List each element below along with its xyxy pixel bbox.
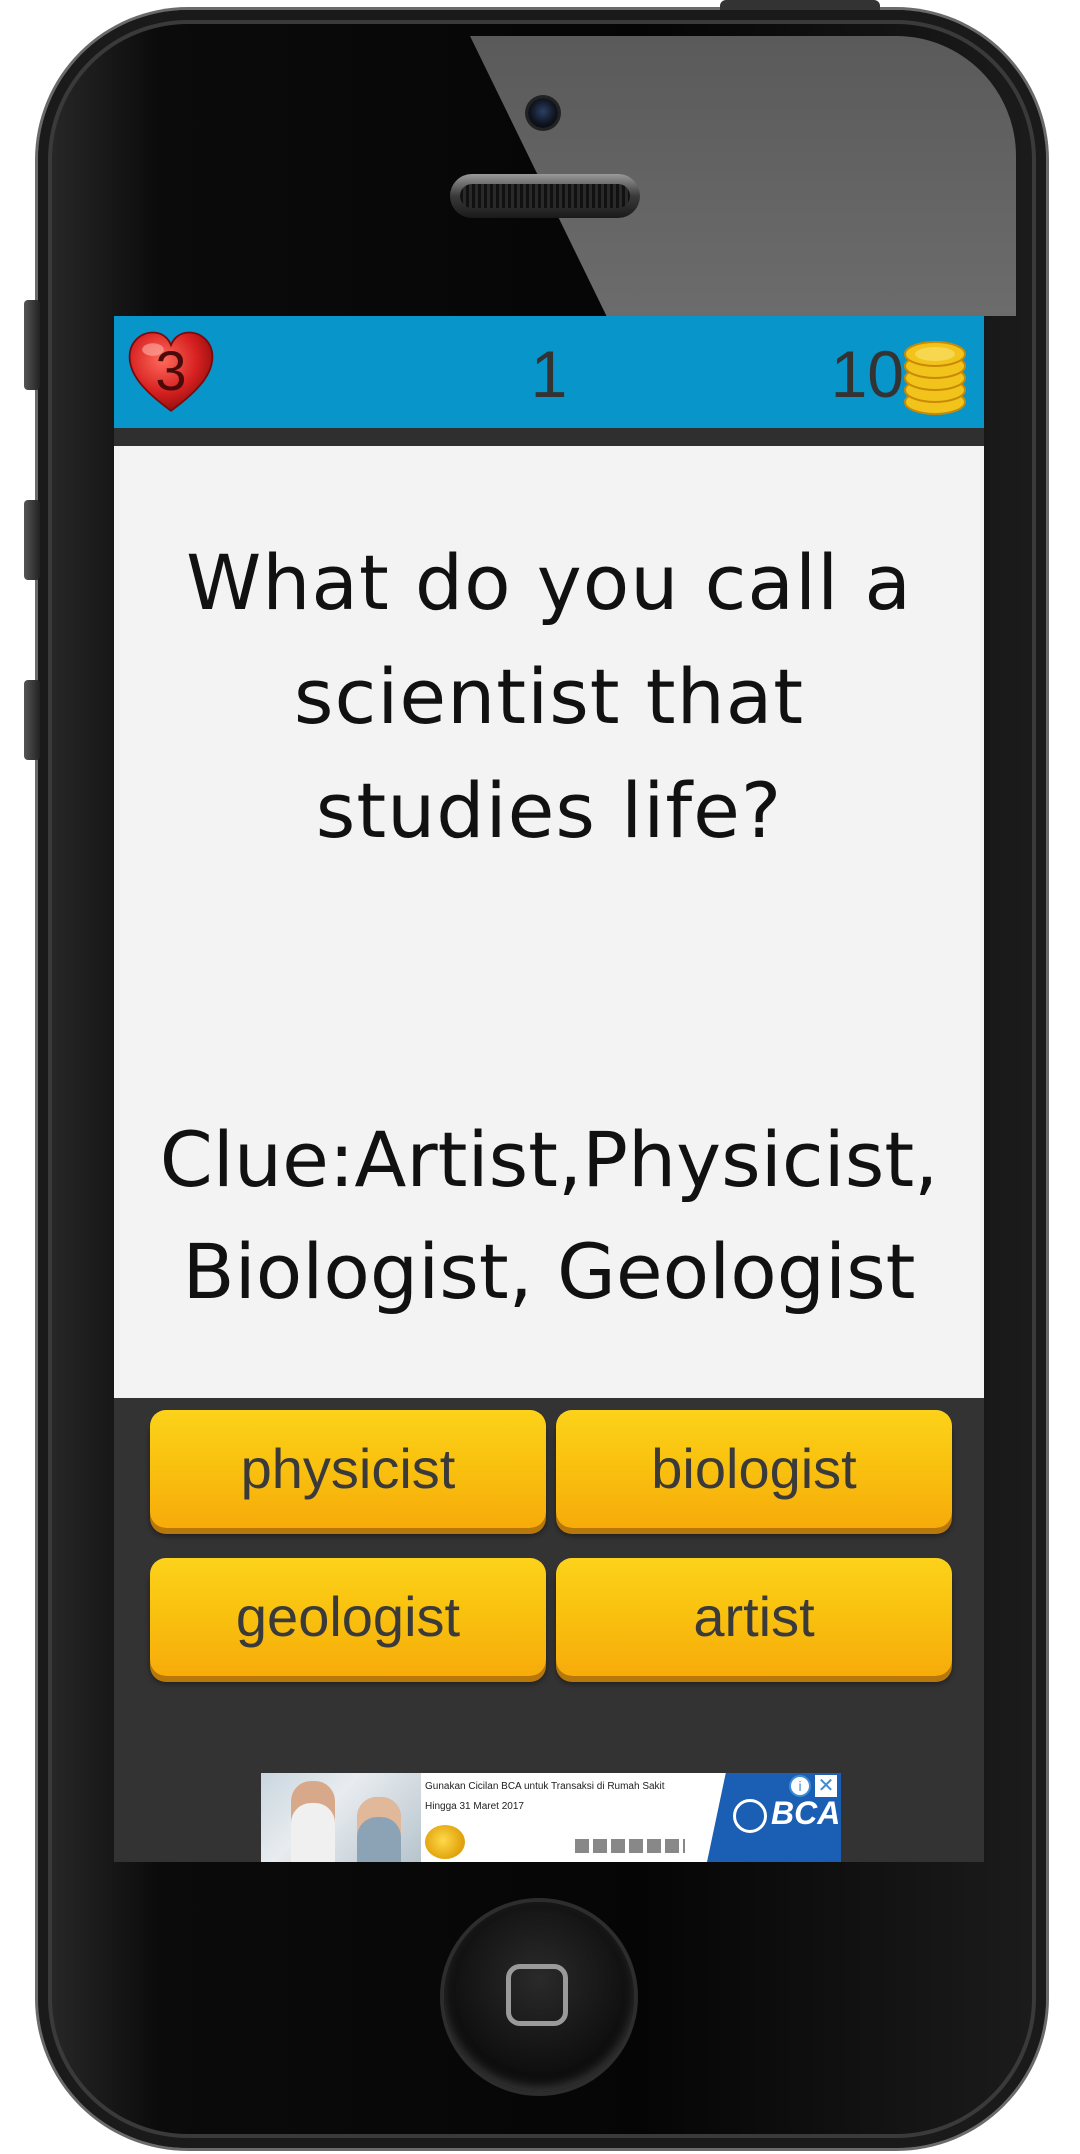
ad-line: Hingga 31 Maret 2017 xyxy=(425,1801,524,1812)
ad-text: Gunakan Cicilan BCA untuk Transaksi di R… xyxy=(425,1777,705,1817)
ad-doctor-figure xyxy=(291,1781,335,1862)
coin-count: 10 xyxy=(830,337,904,411)
ad-promo-graphics xyxy=(425,1825,685,1859)
close-icon[interactable]: ✕ xyxy=(815,1775,837,1797)
ad-partner-logos xyxy=(575,1839,685,1853)
power-button xyxy=(720,0,880,10)
ad-brand-name: BCA xyxy=(771,1795,841,1831)
bca-logo-icon xyxy=(733,1799,767,1833)
lives-count: 3 xyxy=(155,339,187,402)
game-screen: 3 1 10 What do you call a scientist that… xyxy=(114,316,984,1862)
clue-line: Clue:Artist,Physicist, xyxy=(159,1115,939,1204)
earpiece-speaker xyxy=(450,174,640,218)
question-line: studies life? xyxy=(315,766,783,855)
ad-banner[interactable]: Gunakan Cicilan BCA untuk Transaksi di R… xyxy=(261,1773,841,1862)
ad-coin-icon xyxy=(425,1825,465,1859)
hud-bar: 3 1 10 xyxy=(114,316,984,428)
answer-button-physicist[interactable]: physicist xyxy=(150,1410,546,1528)
home-button[interactable] xyxy=(444,1902,634,2092)
ad-patient-figure xyxy=(357,1797,401,1862)
level-number: 1 xyxy=(530,337,568,411)
answer-button-artist[interactable]: artist xyxy=(556,1558,952,1676)
mute-switch xyxy=(24,300,40,390)
clue-text: Clue:Artist,Physicist, Biologist, Geolog… xyxy=(124,1104,974,1328)
volume-up-button xyxy=(24,500,40,580)
coins-icon xyxy=(904,341,966,415)
home-square-icon xyxy=(506,1964,568,2026)
volume-down-button xyxy=(24,680,40,760)
clue-line: Biologist, Geologist xyxy=(182,1227,916,1316)
info-icon[interactable]: i xyxy=(789,1775,811,1797)
answer-button-geologist[interactable]: geologist xyxy=(150,1558,546,1676)
hud-divider xyxy=(114,428,984,446)
front-camera xyxy=(528,98,558,128)
ad-photo xyxy=(261,1773,421,1862)
question-text: What do you call a scientist that studie… xyxy=(154,526,944,868)
question-line: What do you call a xyxy=(186,538,912,627)
question-line: scientist that xyxy=(293,652,805,741)
ad-line: Gunakan Cicilan BCA untuk Transaksi di R… xyxy=(425,1781,665,1792)
answer-button-biologist[interactable]: biologist xyxy=(556,1410,952,1528)
